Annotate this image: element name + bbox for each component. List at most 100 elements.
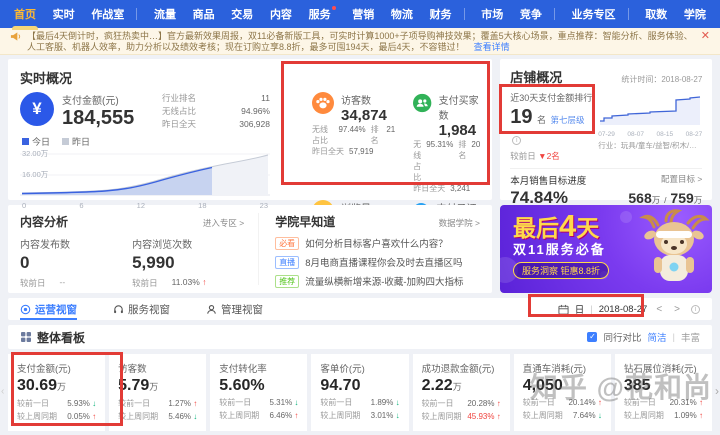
shop-overview-panel: 店铺概况 统计时间：2018-08-27 近30天支付金额排行 19 名 第七层…	[500, 59, 713, 207]
mode-simple[interactable]: 简洁	[648, 330, 667, 344]
nav-item[interactable]: 物流	[391, 6, 413, 22]
nav-item-label: 学院	[683, 9, 706, 21]
metric-value: 94.70	[320, 377, 361, 394]
kpi-paying-buyers[interactable]: 支付买家数 1,984 无线占比 95.31% 排名 20 昨日全天 3,241	[413, 92, 480, 194]
nav-item[interactable]: 业务专区	[572, 6, 616, 22]
metric-cards-row: 支付金额(元) 30.69万 较前一日 5.93% ↓ 较上周同期 0.05% ↑ …	[8, 354, 712, 431]
top-nav-bar: 首页 实时 作战室 流量 商品 交易 内容 服务 营销 物流 财务 市场 竞争 …	[0, 0, 720, 28]
nav-item-label: 竞争	[519, 9, 542, 21]
nav-item-label: 交易	[231, 9, 254, 21]
tab-operation-viewport[interactable]: 运营视窗	[20, 298, 77, 320]
realtime-area-chart: 32.00万 16.00万 0612 18 23	[20, 149, 270, 302]
nav-item[interactable]: 财务	[430, 6, 452, 22]
rank-trend-chart	[600, 96, 701, 125]
pay-amount-label: 支付金额(元)	[62, 96, 119, 107]
x-axis-tick: 18	[198, 201, 207, 210]
date-value[interactable]: 2018-08-27	[599, 304, 648, 315]
date-granularity[interactable]: 日	[575, 302, 585, 316]
metric-label: 钻石展位消耗(元)	[623, 364, 697, 375]
main-content: 实时概况 ¥ 支付金额(元) 184,555 行业排名 11 无线占比 94.96%…	[0, 55, 720, 435]
rank-change: ▼2名	[538, 151, 560, 161]
metric-value: 5.79万	[118, 377, 159, 394]
info-icon[interactable]: i	[512, 136, 522, 145]
academy-list: 必看 如何分析目标客户喜欢什么内容？ 直播 8月电商直播课程你会及时去直播区吗 …	[275, 236, 480, 288]
x-axis-tick: 6	[79, 201, 84, 210]
item-tag: 必看	[275, 236, 300, 250]
pay-amount-value: 184,555	[62, 107, 135, 129]
metric-label: 支付金额(元)	[17, 364, 71, 375]
trend-arrow-icon: ↑	[698, 411, 703, 420]
nav-item-label: 取数	[645, 9, 668, 21]
nav-item[interactable]: 实时	[53, 6, 75, 22]
nav-item[interactable]: 服务	[309, 6, 336, 22]
metric-label: 支付转化率	[219, 364, 267, 375]
trend-x-label: 08-27	[685, 131, 703, 138]
trend-x-label: 08-15	[656, 131, 674, 138]
trend-arrow-icon: ↓	[294, 398, 299, 407]
nav-item-label: 首页	[14, 9, 36, 21]
carousel-next-arrow[interactable]: ›	[715, 384, 719, 398]
nav-item[interactable]: 流量	[154, 6, 176, 22]
tab-service-viewport[interactable]: 服务视窗	[113, 298, 170, 320]
nav-item[interactable]: 商品	[193, 6, 215, 22]
nav-divider	[136, 8, 138, 20]
next-date-arrow[interactable]: >	[671, 304, 683, 315]
legend-yesterday-swatch	[62, 138, 70, 145]
goal-config-link[interactable]: 配置目标 >	[661, 173, 702, 187]
metric-value: 30.69万	[17, 377, 67, 394]
shop-level: 第七层级	[550, 115, 585, 125]
x-axis-ticks: 0 6 12 18 23	[20, 201, 270, 210]
viewport-tabs-bar: 运营视窗 服务视窗 管理视窗 日 | 2018-08-27 < > i	[8, 298, 712, 320]
trend-arrow-icon: ↑	[597, 398, 602, 407]
academy-link[interactable]: 数据学院 >	[439, 217, 480, 229]
metric-card[interactable]: 客单价(元) 94.70 较前一日 1.89% ↓ 较上周同期 3.01% ↓	[311, 354, 409, 431]
nav-item[interactable]: 营销	[352, 6, 374, 22]
academy-item[interactable]: 直播 8月电商直播课程你会及时去直播区吗	[275, 255, 480, 269]
tab-management-viewport[interactable]: 管理视窗	[206, 298, 263, 320]
y-axis-tick: 32.00万	[22, 149, 49, 158]
nav-divider	[553, 8, 555, 20]
trend-arrow-icon: ↓	[395, 398, 400, 407]
megaphone-icon	[10, 32, 21, 41]
carousel-prev-arrow[interactable]: ‹	[1, 386, 4, 397]
nav-item[interactable]: 内容	[270, 6, 292, 22]
payment-currency-icon: ¥	[20, 92, 54, 126]
nav-item[interactable]: 作战室	[91, 6, 124, 22]
nav-item[interactable]: 首页	[14, 6, 36, 22]
realtime-overview-panel: 实时概况 ¥ 支付金额(元) 184,555 行业排名 11 无线占比 94.96%…	[8, 59, 493, 268]
metric-value: 5.60%	[219, 377, 265, 394]
rank-block: 近30天支付金额排行 19 名 第七层级i 较前日 ▼2名	[510, 93, 593, 161]
notice-close-icon[interactable]: ✕	[701, 31, 710, 42]
academy-item[interactable]: 推荐 流量纵横新增来源-收藏-加购四大指标	[275, 274, 480, 288]
metric-card[interactable]: 成功退款金额(元) 2.22万 较前一日 20.28% ↑ 较上周同期 45.93%…	[412, 354, 510, 431]
nav-item[interactable]: 取数	[645, 6, 667, 22]
item-text: 如何分析目标客户喜欢什么内容？	[305, 239, 448, 250]
peer-compare-label: 同行对比	[603, 333, 642, 344]
academy-item[interactable]: 必看 如何分析目标客户喜欢什么内容？	[275, 236, 480, 250]
info-icon[interactable]: i	[691, 304, 700, 314]
peer-compare-checkbox[interactable]: ✓	[587, 332, 598, 342]
nav-item[interactable]: 市场	[481, 6, 503, 22]
metric-label: 客单价(元)	[320, 364, 365, 375]
chart-legend: 今日 昨日	[22, 135, 270, 148]
banner-headline: 最后4天	[513, 208, 600, 243]
mode-rich[interactable]: 丰富	[681, 330, 700, 344]
nav-item[interactable]: 学院	[684, 6, 706, 22]
stat-time: 统计时间：2018-08-27	[621, 75, 703, 84]
promo-banner[interactable]: 最后4天 双11服务必备 服务洞察 钜惠8.8折	[500, 205, 712, 293]
kpi-visitors[interactable]: 访客数 34,874 无线占比 97.44% 排名 21 昨日全天 57,919	[312, 92, 395, 194]
metric-card[interactable]: 访客数 5.79万 较前一日 1.27% ↑ 较上周同期 5.46% ↓	[109, 354, 207, 431]
metric-card[interactable]: 钻石展位消耗(元) 385 较前一日 20.31% ↑ 较上周同期 1.09% ↑	[614, 354, 712, 431]
trend-arrow-icon: ↑	[698, 398, 703, 407]
nav-item[interactable]: 竞争	[520, 6, 542, 22]
metric-card[interactable]: 支付转化率 5.60% 较前一日 5.31% ↓ 较上周同期 6.46% ↑	[210, 354, 308, 431]
goal-label: 本月销售目标进度	[510, 176, 587, 187]
prev-date-arrow[interactable]: <	[653, 304, 665, 315]
notification-dot-icon	[331, 6, 336, 10]
nav-item[interactable]: 交易	[231, 6, 253, 22]
metric-card[interactable]: 直通车消耗(元) 4,050 较前一日 20.14% ↑ 较上周同期 7.64% ↓	[513, 354, 611, 431]
rank-value: 19	[510, 106, 533, 128]
metric-card[interactable]: 支付金额(元) 30.69万 较前一日 5.93% ↓ 较上周同期 0.05% ↑	[8, 354, 106, 431]
notice-detail-link[interactable]: 查看详情	[474, 42, 510, 52]
item-text: 8月电商直播课程你会及时去直播区吗	[305, 258, 463, 269]
